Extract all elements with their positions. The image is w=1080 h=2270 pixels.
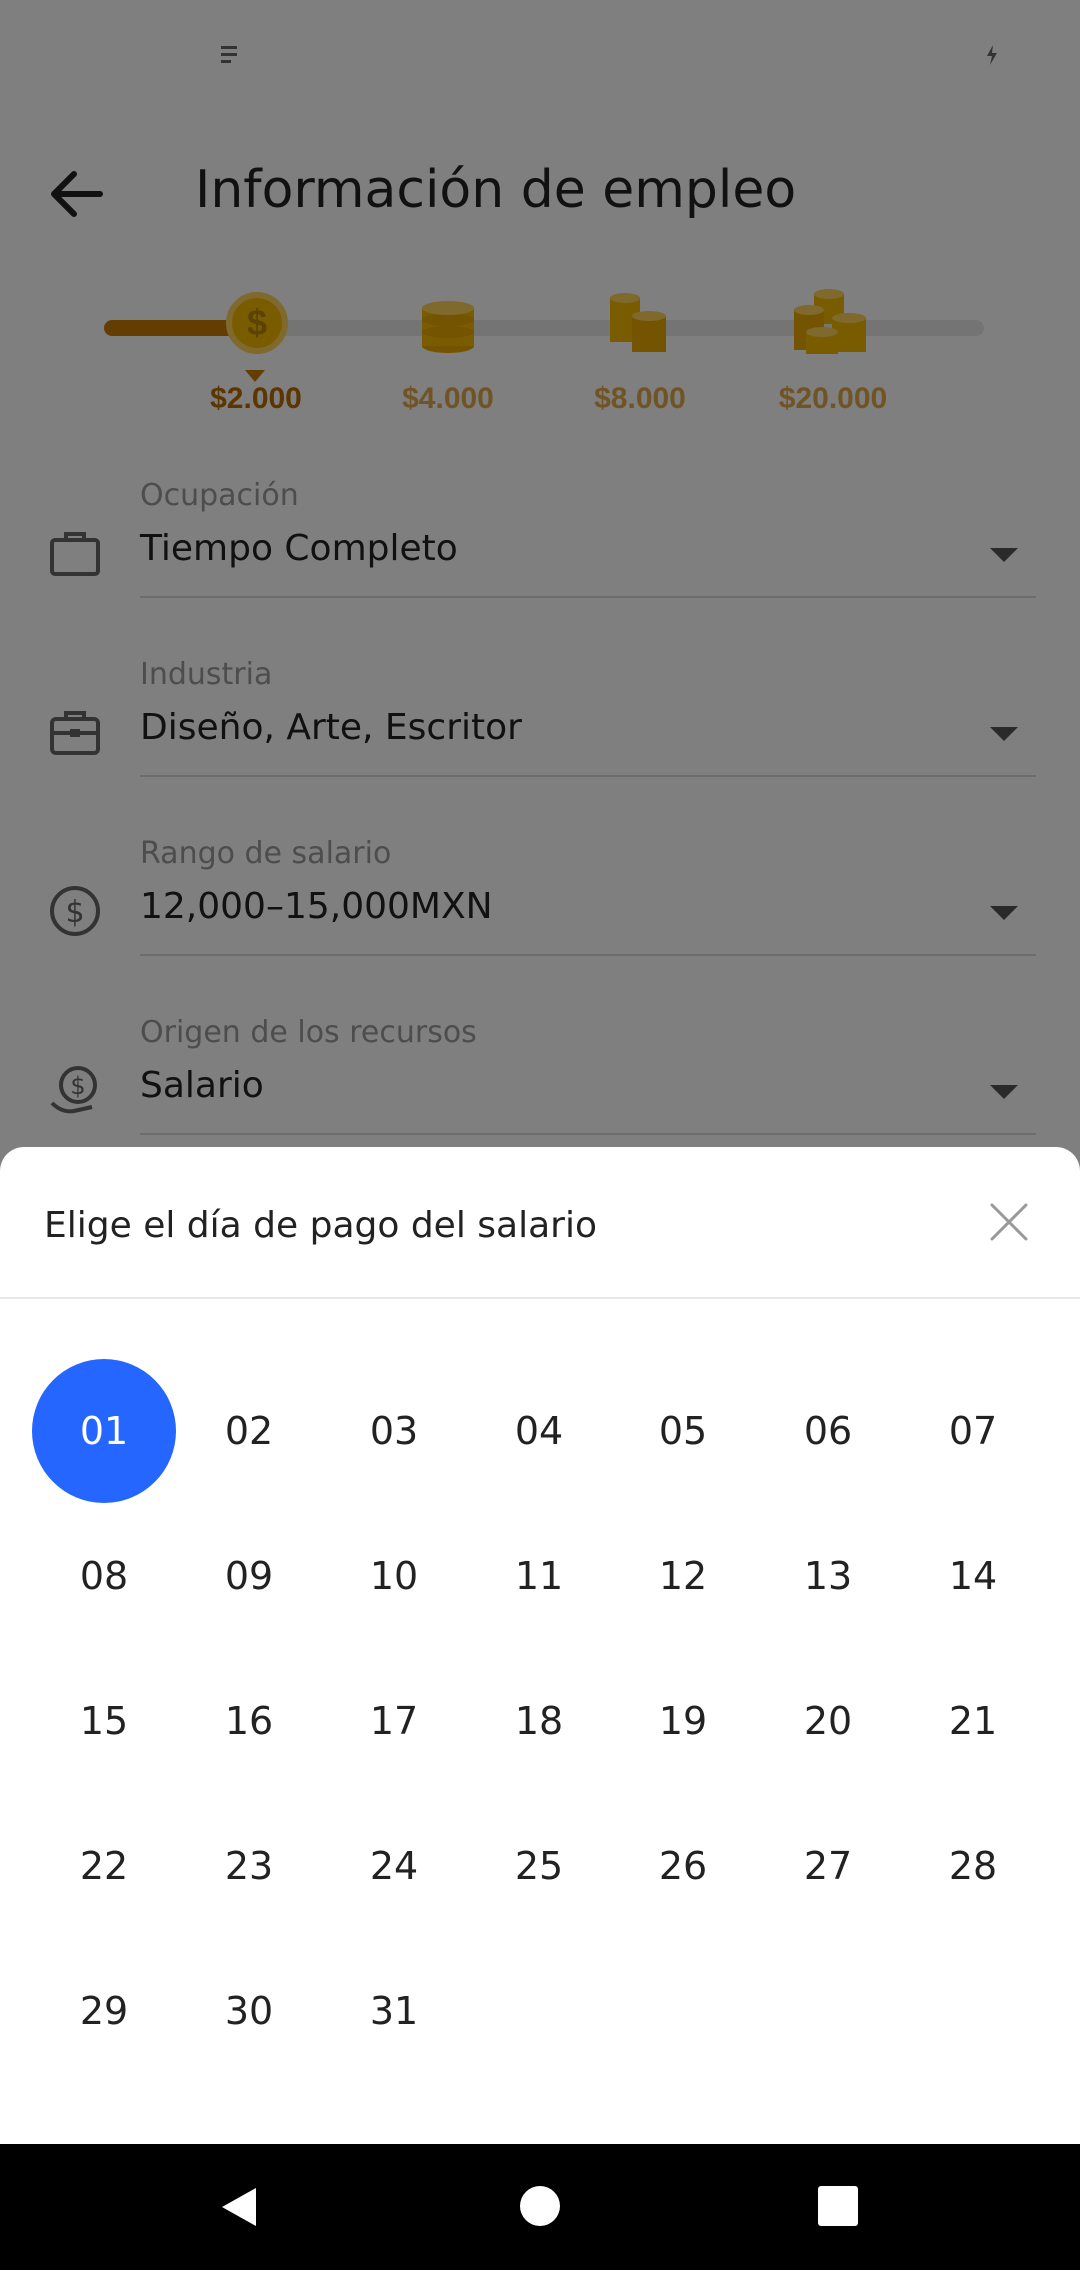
day-cell-02[interactable]: 02 bbox=[177, 1359, 321, 1503]
day-cell-26[interactable]: 26 bbox=[611, 1794, 755, 1938]
day-cell-07[interactable]: 07 bbox=[901, 1359, 1045, 1503]
close-icon[interactable] bbox=[984, 1197, 1034, 1247]
day-cell-27[interactable]: 27 bbox=[756, 1794, 900, 1938]
day-cell-13[interactable]: 13 bbox=[756, 1504, 900, 1648]
day-cell-31[interactable]: 31 bbox=[322, 1939, 466, 2083]
day-cell-12[interactable]: 12 bbox=[611, 1504, 755, 1648]
day-cell-14[interactable]: 14 bbox=[901, 1504, 1045, 1648]
nav-home-icon[interactable] bbox=[518, 2184, 562, 2228]
day-cell-18[interactable]: 18 bbox=[467, 1649, 611, 1793]
sheet-divider bbox=[0, 1297, 1080, 1299]
day-cell-20[interactable]: 20 bbox=[756, 1649, 900, 1793]
day-cell-09[interactable]: 09 bbox=[177, 1504, 321, 1648]
day-cell-21[interactable]: 21 bbox=[901, 1649, 1045, 1793]
day-cell-05[interactable]: 05 bbox=[611, 1359, 755, 1503]
day-cell-06[interactable]: 06 bbox=[756, 1359, 900, 1503]
day-cell-22[interactable]: 22 bbox=[32, 1794, 176, 1938]
day-cell-28[interactable]: 28 bbox=[901, 1794, 1045, 1938]
day-cell-10[interactable]: 10 bbox=[322, 1504, 466, 1648]
day-cell-01[interactable]: 01 bbox=[32, 1359, 176, 1503]
day-cell-08[interactable]: 08 bbox=[32, 1504, 176, 1648]
day-cell-03[interactable]: 03 bbox=[322, 1359, 466, 1503]
day-cell-11[interactable]: 11 bbox=[467, 1504, 611, 1648]
day-cell-15[interactable]: 15 bbox=[32, 1649, 176, 1793]
nav-back-icon[interactable] bbox=[216, 2184, 262, 2230]
day-cell-29[interactable]: 29 bbox=[32, 1939, 176, 2083]
payday-picker-sheet: Elige el día de pago del salario 01 02 03 0… bbox=[0, 1147, 1080, 2144]
day-cell-19[interactable]: 19 bbox=[611, 1649, 755, 1793]
sheet-title: Elige el día de pago del salario bbox=[44, 1205, 597, 1246]
day-cell-24[interactable]: 24 bbox=[322, 1794, 466, 1938]
day-cell-04[interactable]: 04 bbox=[467, 1359, 611, 1503]
nav-recents-icon[interactable] bbox=[816, 2184, 860, 2228]
day-cell-25[interactable]: 25 bbox=[467, 1794, 611, 1938]
day-cell-16[interactable]: 16 bbox=[177, 1649, 321, 1793]
day-cell-23[interactable]: 23 bbox=[177, 1794, 321, 1938]
day-cell-17[interactable]: 17 bbox=[322, 1649, 466, 1793]
system-nav-bar bbox=[0, 2144, 1080, 2270]
day-cell-30[interactable]: 30 bbox=[177, 1939, 321, 2083]
